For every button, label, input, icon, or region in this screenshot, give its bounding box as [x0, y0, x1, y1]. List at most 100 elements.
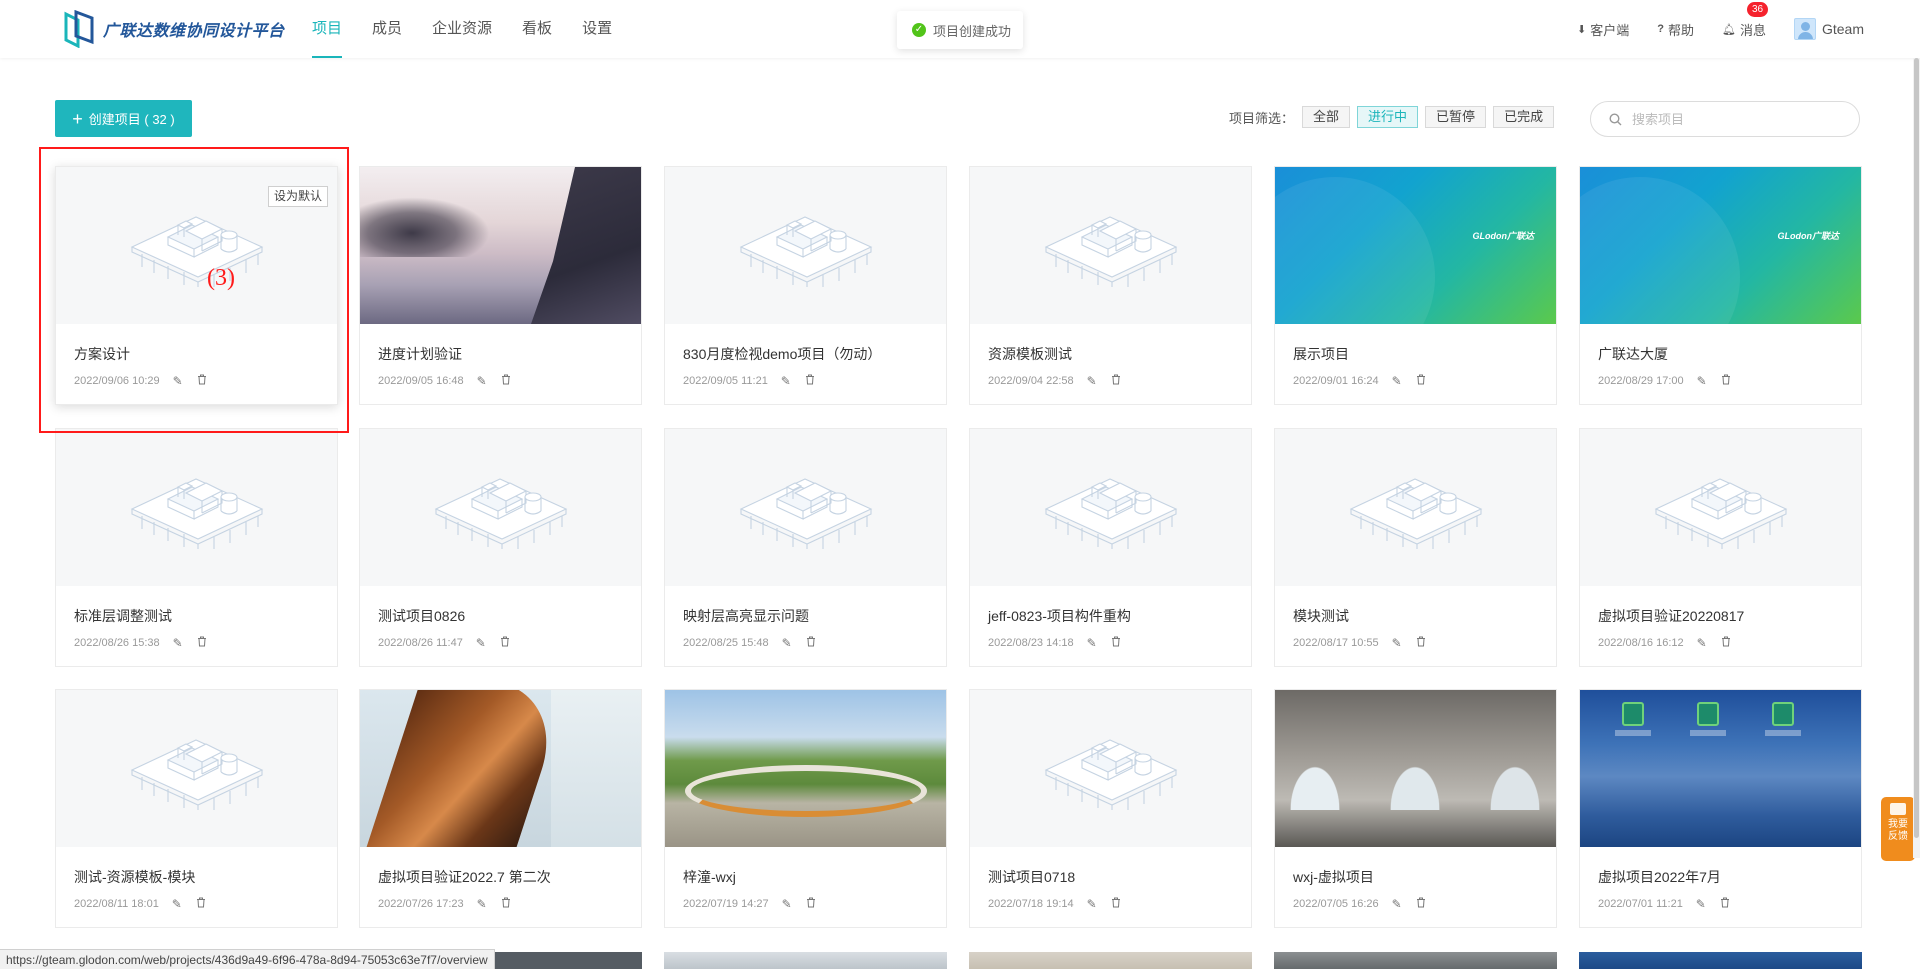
project-card[interactable]: 测试-资源模板-模块 2022/08/11 18:01 ✎: [55, 689, 338, 928]
project-thumbnail[interactable]: [360, 690, 641, 847]
project-name[interactable]: 虚拟项目2022年7月: [1598, 867, 1721, 887]
project-card[interactable]: jeff-0823-项目构件重构 2022/08/23 14:18 ✎: [969, 428, 1252, 667]
project-name[interactable]: 广联达大厦: [1598, 344, 1668, 364]
nav-item-projects[interactable]: 项目: [312, 0, 357, 58]
project-card[interactable]: 进度计划验证 2022/09/05 16:48 ✎: [359, 166, 642, 405]
project-card[interactable]: GLodon广联达 展示项目 2022/09/01 16:24 ✎: [1274, 166, 1557, 405]
project-thumbnail[interactable]: [56, 429, 337, 586]
project-name[interactable]: 展示项目: [1293, 344, 1349, 364]
edit-icon[interactable]: ✎: [1391, 636, 1403, 650]
delete-icon[interactable]: [500, 374, 512, 388]
search-input[interactable]: [1632, 111, 1832, 127]
nav-item-resources[interactable]: 企业资源: [417, 0, 507, 58]
filter-all[interactable]: 全部: [1302, 106, 1351, 128]
project-name[interactable]: 测试-资源模板-模块: [74, 867, 195, 887]
filter-in-progress[interactable]: 进行中: [1357, 106, 1419, 128]
create-project-button[interactable]: + 创建项目 ( 32 ): [55, 100, 192, 137]
project-thumbnail[interactable]: GLodon广联达: [1275, 167, 1556, 324]
nav-item-dashboard[interactable]: 看板: [507, 0, 567, 58]
project-card[interactable]: 虚拟项目2022年7月 2022/07/01 11:21 ✎: [1579, 689, 1862, 928]
project-card[interactable]: 虚拟项目验证20220817 2022/08/16 16:12 ✎: [1579, 428, 1862, 667]
filter-completed[interactable]: 已完成: [1493, 106, 1555, 128]
delete-icon[interactable]: [805, 636, 817, 650]
project-thumbnail[interactable]: [360, 429, 641, 586]
project-thumbnail[interactable]: GLodon广联达: [1580, 167, 1861, 324]
edit-icon[interactable]: ✎: [1086, 636, 1098, 650]
project-name[interactable]: 资源模板测试: [988, 344, 1072, 364]
edit-icon[interactable]: ✎: [476, 897, 488, 911]
project-name[interactable]: 梓潼-wxj: [683, 867, 736, 887]
project-name[interactable]: 虚拟项目验证2022.7 第二次: [378, 867, 551, 887]
edit-icon[interactable]: ✎: [1086, 897, 1098, 911]
project-name[interactable]: 测试项目0718: [988, 867, 1075, 887]
project-card[interactable]: 梓潼-wxj 2022/07/19 14:27 ✎: [664, 689, 947, 928]
project-thumbnail[interactable]: [970, 429, 1251, 586]
delete-icon[interactable]: [196, 374, 208, 388]
project-card[interactable]: 虚拟项目验证2022.7 第二次 2022/07/26 17:23 ✎: [359, 689, 642, 928]
project-thumbnail[interactable]: [1580, 429, 1861, 586]
help-link[interactable]: ? 帮助: [1657, 20, 1694, 39]
delete-icon[interactable]: [1110, 374, 1122, 388]
app-logo[interactable]: 广联达数维协同设计平台: [63, 10, 285, 48]
client-link[interactable]: ⬇ 客户端: [1577, 20, 1629, 39]
project-name[interactable]: 830月度检视demo项目（勿动）: [683, 344, 881, 364]
edit-icon[interactable]: ✎: [1391, 897, 1403, 911]
nav-item-members[interactable]: 成员: [357, 0, 417, 58]
project-thumbnail[interactable]: [56, 690, 337, 847]
project-name[interactable]: 虚拟项目验证20220817: [1598, 606, 1744, 626]
project-name[interactable]: wxj-虚拟项目: [1293, 867, 1374, 887]
project-card[interactable]: GLodon广联达 广联达大厦 2022/08/29 17:00 ✎: [1579, 166, 1862, 405]
delete-icon[interactable]: [1110, 636, 1122, 650]
delete-icon[interactable]: [1110, 897, 1122, 911]
project-card[interactable]: 830月度检视demo项目（勿动） 2022/09/05 11:21 ✎: [664, 166, 947, 405]
project-card[interactable]: 测试项目0826 2022/08/26 11:47 ✎: [359, 428, 642, 667]
project-thumbnail[interactable]: [1275, 429, 1556, 586]
edit-icon[interactable]: ✎: [476, 374, 488, 388]
project-thumbnail[interactable]: 设为默认 (3): [56, 167, 337, 324]
delete-icon[interactable]: [1719, 897, 1731, 911]
project-thumbnail[interactable]: [665, 167, 946, 324]
edit-icon[interactable]: ✎: [781, 897, 793, 911]
project-thumbnail[interactable]: [1580, 690, 1861, 847]
edit-icon[interactable]: ✎: [172, 636, 184, 650]
project-card[interactable]: 设为默认 (3) 方案设计 2022/09/06 10:29 ✎: [55, 166, 338, 405]
delete-icon[interactable]: [1720, 636, 1732, 650]
delete-icon[interactable]: [499, 636, 511, 650]
filter-paused[interactable]: 已暂停: [1425, 106, 1487, 128]
delete-icon[interactable]: [1415, 897, 1427, 911]
project-name[interactable]: 方案设计: [74, 344, 130, 364]
project-card[interactable]: 测试项目0718 2022/07/18 19:14 ✎: [969, 689, 1252, 928]
delete-icon[interactable]: [195, 897, 207, 911]
edit-icon[interactable]: ✎: [781, 636, 793, 650]
project-card[interactable]: 资源模板测试 2022/09/04 22:58 ✎: [969, 166, 1252, 405]
project-card[interactable]: 映射层高亮显示问题 2022/08/25 15:48 ✎: [664, 428, 947, 667]
project-thumbnail[interactable]: [1275, 690, 1556, 847]
nav-item-settings[interactable]: 设置: [567, 0, 627, 58]
edit-icon[interactable]: ✎: [1086, 374, 1098, 388]
project-name[interactable]: 映射层高亮显示问题: [683, 606, 809, 626]
edit-icon[interactable]: ✎: [1696, 636, 1708, 650]
project-name[interactable]: 标准层调整测试: [74, 606, 172, 626]
delete-icon[interactable]: [1415, 374, 1427, 388]
project-name[interactable]: 模块测试: [1293, 606, 1349, 626]
edit-icon[interactable]: ✎: [780, 374, 792, 388]
project-name[interactable]: jeff-0823-项目构件重构: [988, 606, 1131, 626]
messages-link[interactable]: 🔔︎ 消息 36: [1722, 1, 1769, 39]
project-name[interactable]: 测试项目0826: [378, 606, 465, 626]
project-card[interactable]: wxj-虚拟项目 2022/07/05 16:26 ✎: [1274, 689, 1557, 928]
user-menu[interactable]: Gteam: [1793, 18, 1864, 40]
edit-icon[interactable]: ✎: [475, 636, 487, 650]
project-card[interactable]: 标准层调整测试 2022/08/26 15:38 ✎: [55, 428, 338, 667]
scrollbar[interactable]: [1913, 58, 1920, 858]
edit-icon[interactable]: ✎: [1696, 374, 1708, 388]
edit-icon[interactable]: ✎: [1695, 897, 1707, 911]
set-default-button[interactable]: 设为默认: [267, 186, 328, 207]
project-thumbnail[interactable]: [665, 429, 946, 586]
project-thumbnail[interactable]: [665, 690, 946, 847]
delete-icon[interactable]: [1415, 636, 1427, 650]
edit-icon[interactable]: ✎: [171, 897, 183, 911]
project-name[interactable]: 进度计划验证: [378, 344, 462, 364]
delete-icon[interactable]: [805, 897, 817, 911]
project-thumbnail[interactable]: [970, 167, 1251, 324]
project-thumbnail[interactable]: [970, 690, 1251, 847]
